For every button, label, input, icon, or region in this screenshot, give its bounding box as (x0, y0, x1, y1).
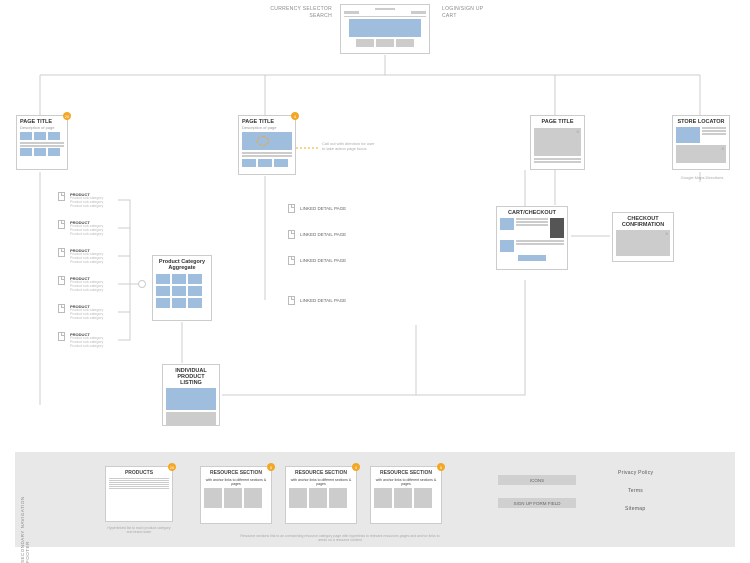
doc-icon (58, 220, 65, 229)
cart-card[interactable]: CART/CHECKOUT (496, 206, 568, 270)
confirm-card[interactable]: CHECKOUT CONFIRMATION X (612, 212, 674, 262)
badge-icon: 20 (168, 463, 176, 471)
cart-label: CART (442, 13, 457, 19)
x-icon: X (665, 231, 668, 236)
currency-label: CURRENCY SELECTOR (262, 6, 332, 12)
page-title-2-card[interactable]: 4 PAGE TITLE Description of page (238, 115, 296, 175)
confirm-title: CHECKOUT CONFIRMATION (616, 216, 670, 228)
resource-sub: with anchor links to different sections … (204, 478, 268, 486)
page-title-3: PAGE TITLE (534, 119, 581, 125)
resource-title: RESOURCE SECTION (374, 470, 438, 476)
x-icon: X (721, 146, 724, 151)
doc-icon (58, 192, 65, 201)
x-icon: X (576, 129, 579, 134)
resource-card[interactable]: 5 RESOURCE SECTION with anchor links to … (370, 466, 442, 524)
footer-products-note: Hyperlinked list to each product categor… (105, 526, 173, 534)
doc-icon (288, 296, 295, 305)
page-title-1-desc: Description of page (20, 126, 64, 130)
resource-sub: with anchor links to different sections … (374, 478, 438, 486)
linked-page[interactable]: LINKED DETAIL PAGE (300, 298, 346, 303)
product-item[interactable]: PRODUCTProduct sub-categoryProduct sub-c… (70, 220, 103, 237)
doc-icon (288, 256, 295, 265)
circle-node (138, 280, 146, 288)
footer-products-title: PRODUCTS (109, 470, 169, 476)
footer-link[interactable]: Sitemap (625, 506, 645, 512)
resource-title: RESOURCE SECTION (204, 470, 268, 476)
aggregate-title: Product Category Aggregate (156, 259, 208, 271)
linked-page[interactable]: LINKED DETAIL PAGE (300, 232, 346, 237)
resource-sub: with anchor links to different sections … (289, 478, 353, 486)
doc-icon (58, 276, 65, 285)
listing-card[interactable]: INDIVIDUAL PRODUCT LISTING (162, 364, 220, 426)
badge-icon: 4 (291, 112, 299, 120)
page-title-1-card[interactable]: 20 PAGE TITLE Description of page (16, 115, 68, 170)
search-label: SEARCH (262, 13, 332, 19)
doc-icon (288, 230, 295, 239)
listing-title: INDIVIDUAL PRODUCT LISTING (166, 368, 216, 386)
product-item[interactable]: PRODUCTProduct sub-categoryProduct sub-c… (70, 332, 103, 349)
doc-icon (58, 304, 65, 313)
footer-signup[interactable]: SIGN UP FORM FIELD (498, 498, 576, 508)
doc-icon (288, 204, 295, 213)
badge-icon: 5 (267, 463, 275, 471)
store-locator-card[interactable]: STORE LOCATOR X (672, 115, 730, 170)
doc-icon (58, 332, 65, 341)
footer-icons: ICONS (498, 475, 576, 485)
footer-products-card[interactable]: 20 PRODUCTS (105, 466, 173, 522)
page-title-3-card[interactable]: PAGE TITLE X (530, 115, 585, 170)
footer-sidebar-label: SECONDARY NAVIGATION FOOTER (20, 475, 30, 563)
home-card[interactable] (340, 4, 430, 54)
badge-icon: 20 (63, 112, 71, 120)
resource-title: RESOURCE SECTION (289, 470, 353, 476)
page-title-2-callout: Call out with direction for user to take… (322, 142, 377, 152)
footer-bottom-note: Resource sections link to an overarching… (240, 534, 440, 542)
cart-title: CART/CHECKOUT (500, 210, 564, 216)
badge-icon: 5 (352, 463, 360, 471)
badge-icon: 5 (437, 463, 445, 471)
linked-page[interactable]: LINKED DETAIL PAGE (300, 206, 346, 211)
product-item[interactable]: PRODUCTProduct sub-categoryProduct sub-c… (70, 248, 103, 265)
footer-link[interactable]: Terms (628, 488, 643, 494)
resource-card[interactable]: 5 RESOURCE SECTION with anchor links to … (200, 466, 272, 524)
aggregate-card[interactable]: Product Category Aggregate (152, 255, 212, 321)
linked-page[interactable]: LINKED DETAIL PAGE (300, 258, 346, 263)
doc-icon (58, 248, 65, 257)
store-locator-note: Google Maps Directions (678, 176, 726, 181)
product-item[interactable]: PRODUCTProduct sub-categoryProduct sub-c… (70, 192, 103, 209)
store-locator-title: STORE LOCATOR (676, 119, 726, 125)
product-item[interactable]: PRODUCTProduct sub-categoryProduct sub-c… (70, 276, 103, 293)
resource-card[interactable]: 5 RESOURCE SECTION with anchor links to … (285, 466, 357, 524)
login-label: LOGIN/SIGN UP (442, 6, 483, 12)
product-item[interactable]: PRODUCTProduct sub-categoryProduct sub-c… (70, 304, 103, 321)
page-title-2-desc: Description of page (242, 126, 292, 130)
footer-link[interactable]: Privacy Policy (618, 470, 653, 476)
